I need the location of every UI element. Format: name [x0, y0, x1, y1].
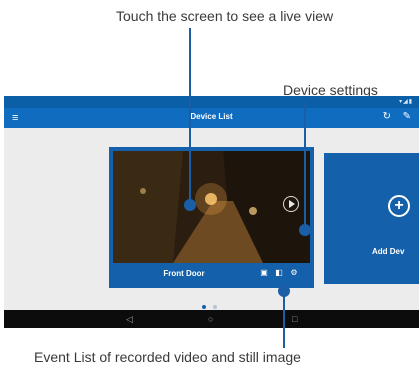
leader-dot-events: [278, 285, 290, 297]
gear-icon[interactable]: ⚙: [289, 268, 299, 277]
home-icon[interactable]: ○: [208, 313, 213, 325]
callout-event-list: Event List of recorded video and still i…: [34, 349, 301, 365]
device-card[interactable]: Front Door ▣ ◧ ⚙: [109, 147, 314, 288]
status-bar: ▾◢▮: [4, 96, 419, 108]
page-dot-inactive: [213, 305, 218, 309]
recent-apps-icon[interactable]: □: [292, 313, 297, 325]
nav-bar: ◁ ○ □: [4, 310, 419, 328]
night-street-image: [113, 151, 310, 263]
leader-dot-live: [184, 199, 196, 211]
video-icon[interactable]: ▣: [259, 268, 269, 277]
callout-live-view: Touch the screen to see a live view: [116, 8, 334, 24]
tablet-screen: ▾◢▮ ≡ Device List ↻ ✎ Front Door ▣ ◧ ⚙ +: [4, 96, 419, 328]
device-name: Front Door: [163, 269, 205, 278]
app-title: Device List: [190, 112, 233, 121]
add-device-label: Add Dev: [372, 247, 405, 256]
add-device-card[interactable]: + Add Dev: [324, 153, 419, 284]
play-icon[interactable]: [283, 196, 299, 212]
add-icon: +: [388, 195, 410, 217]
leader-dot-settings: [299, 224, 311, 236]
leader-line-live: [189, 28, 191, 205]
leader-line-events: [283, 292, 285, 348]
back-icon[interactable]: ◁: [126, 313, 133, 325]
app-bar: ≡ Device List ↻ ✎: [4, 108, 419, 128]
leader-line-settings: [304, 102, 306, 230]
live-view-thumbnail[interactable]: [113, 151, 310, 263]
page-dot-active: [202, 305, 206, 309]
refresh-icon[interactable]: ↻: [383, 111, 391, 122]
edit-icon[interactable]: ✎: [403, 111, 411, 122]
event-list-icon[interactable]: ◧: [274, 268, 284, 277]
status-icons: ▾◢▮: [399, 99, 413, 105]
